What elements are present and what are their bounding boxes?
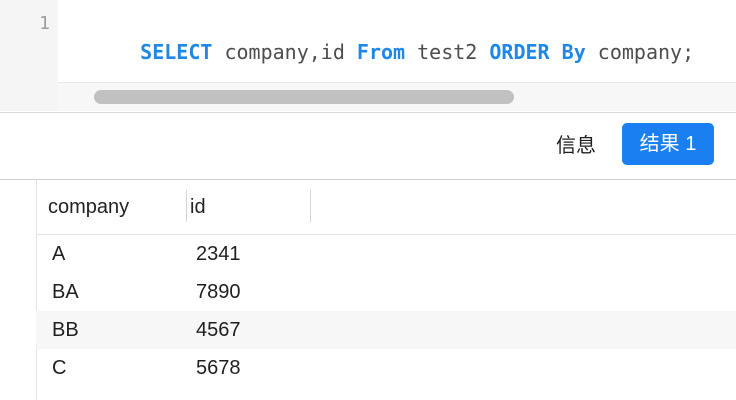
cell-id[interactable]: 2341 xyxy=(196,235,241,273)
cell-id[interactable]: 5678 xyxy=(196,349,241,387)
grid-rows: A 2341 BA 7890 BB 4567 C 5678 xyxy=(36,235,736,387)
tab-result-1[interactable]: 结果 1 xyxy=(622,123,714,165)
line-number: 1 xyxy=(39,13,50,34)
table-row[interactable]: BB 4567 xyxy=(36,311,736,349)
table-row[interactable]: A 2341 xyxy=(36,235,736,273)
sql-token-select: SELECT xyxy=(140,40,213,64)
horizontal-scrollbar[interactable] xyxy=(58,82,736,111)
line-number-gutter: 1 xyxy=(0,0,58,111)
cell-company[interactable]: BB xyxy=(52,311,79,349)
cell-id[interactable]: 7890 xyxy=(196,273,241,311)
cell-company[interactable]: A xyxy=(52,235,65,273)
tab-info[interactable]: 信息 xyxy=(548,131,604,161)
column-divider[interactable] xyxy=(310,190,311,222)
cell-company[interactable]: C xyxy=(52,349,66,387)
sql-token-table: test2 xyxy=(405,40,490,64)
sql-token-order: ORDER xyxy=(489,40,550,64)
sql-token-columns: company,id xyxy=(212,40,357,64)
table-row[interactable]: BA 7890 xyxy=(36,273,736,311)
column-divider[interactable] xyxy=(186,190,187,222)
horizontal-scrollbar-thumb[interactable] xyxy=(94,90,514,104)
cell-id[interactable]: 4567 xyxy=(196,311,241,349)
result-tab-bar: 信息 结果 1 xyxy=(0,113,736,180)
sql-token-space xyxy=(550,40,562,64)
sql-editor[interactable]: 1 SELECT company,id From test2 ORDER By … xyxy=(0,0,736,113)
sql-token-order-column: company; xyxy=(585,40,695,64)
column-header-company[interactable]: company xyxy=(48,180,129,234)
sql-code-line[interactable]: SELECT company,id From test2 ORDER By co… xyxy=(92,13,694,91)
results-grid: company id A 2341 BA 7890 BB 4567 C 5678 xyxy=(0,180,736,400)
column-header-id[interactable]: id xyxy=(190,180,206,234)
table-row[interactable]: C 5678 xyxy=(36,349,736,387)
sql-token-by: By xyxy=(561,40,586,64)
grid-header: company id xyxy=(36,180,736,235)
row-header-gutter xyxy=(0,180,37,400)
cell-company[interactable]: BA xyxy=(52,273,79,311)
sql-token-from: From xyxy=(356,40,406,64)
